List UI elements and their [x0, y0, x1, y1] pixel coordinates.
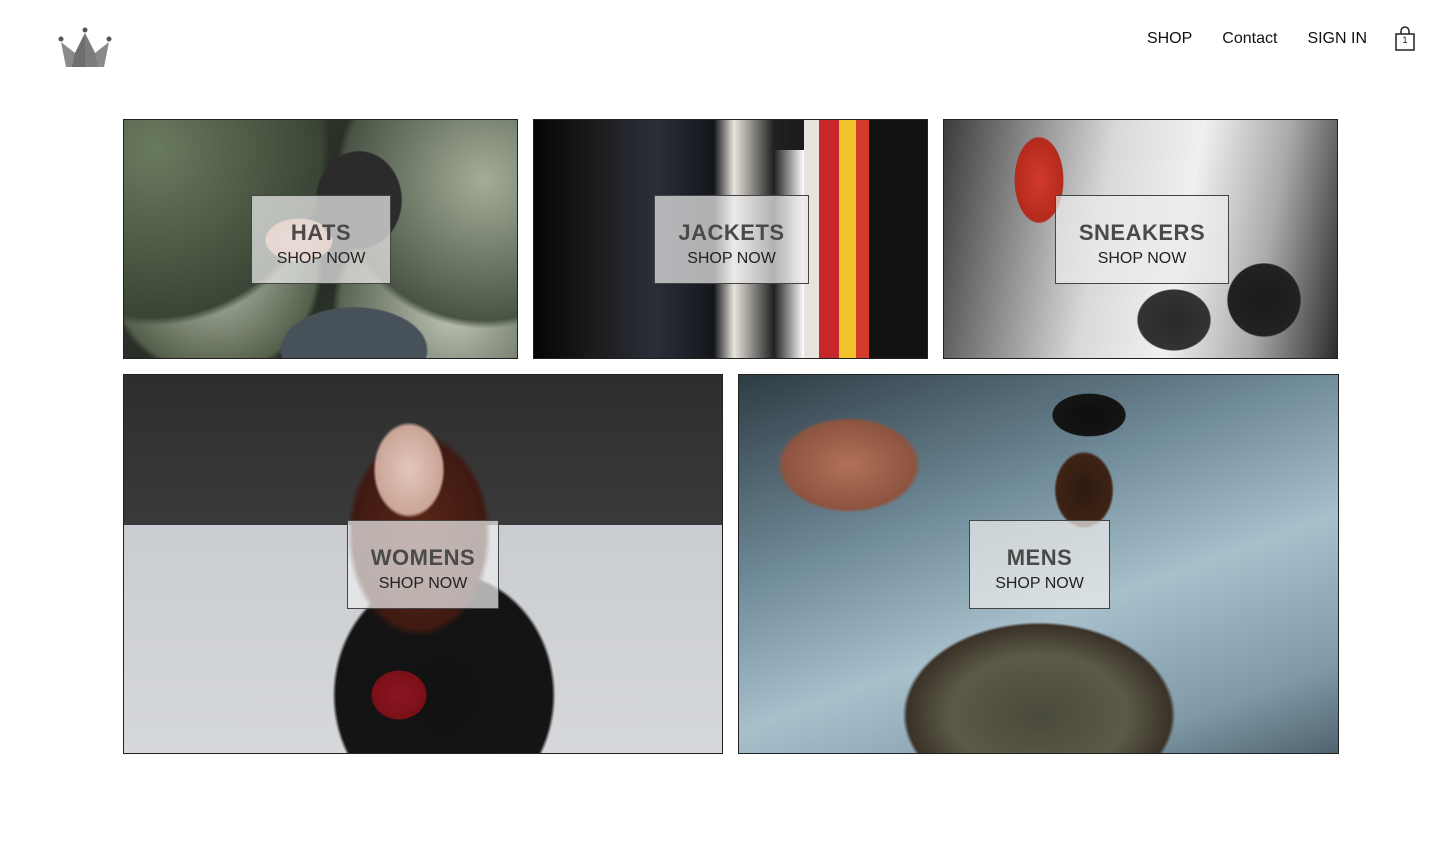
- category-title: SNEAKERS: [1078, 220, 1206, 245]
- category-label-box[interactable]: MENS SHOP NOW: [969, 520, 1110, 609]
- shop-now-label: SHOP NOW: [995, 575, 1084, 592]
- category-label-box[interactable]: SNEAKERS SHOP NOW: [1055, 195, 1229, 284]
- category-title: MENS: [1006, 545, 1073, 570]
- nav-contact-link[interactable]: Contact: [1222, 28, 1277, 50]
- site-header: SHOP Contact SIGN IN 1: [0, 0, 1452, 90]
- category-title: JACKETS: [678, 220, 785, 245]
- category-tile-jackets[interactable]: JACKETS SHOP NOW: [533, 119, 928, 359]
- category-tile-sneakers[interactable]: SNEAKERS SHOP NOW: [943, 119, 1338, 359]
- category-grid: HATS SHOP NOW JACKETS SHOP NOW SNEAKERS …: [123, 119, 1339, 754]
- category-label-box[interactable]: JACKETS SHOP NOW: [654, 195, 809, 284]
- category-label-box[interactable]: WOMENS SHOP NOW: [347, 520, 499, 609]
- category-label-box[interactable]: HATS SHOP NOW: [251, 195, 391, 284]
- crown-icon[interactable]: [58, 27, 112, 71]
- shop-now-label: SHOP NOW: [687, 250, 776, 267]
- main-nav: SHOP Contact SIGN IN 1: [1117, 26, 1416, 52]
- category-title: WOMENS: [370, 545, 476, 570]
- shop-now-label: SHOP NOW: [378, 575, 468, 592]
- category-title: HATS: [290, 220, 352, 245]
- nav-shop-link[interactable]: SHOP: [1147, 28, 1192, 50]
- cart-button[interactable]: 1: [1394, 26, 1416, 52]
- category-tile-womens[interactable]: WOMENS SHOP NOW: [123, 374, 723, 754]
- category-tile-hats[interactable]: HATS SHOP NOW: [123, 119, 518, 359]
- shop-now-label: SHOP NOW: [276, 250, 366, 267]
- shop-now-label: SHOP NOW: [1097, 250, 1187, 267]
- category-tile-mens[interactable]: MENS SHOP NOW: [738, 374, 1339, 754]
- nav-sign-in-link[interactable]: SIGN IN: [1307, 28, 1367, 50]
- cart-count: 1: [1402, 35, 1408, 45]
